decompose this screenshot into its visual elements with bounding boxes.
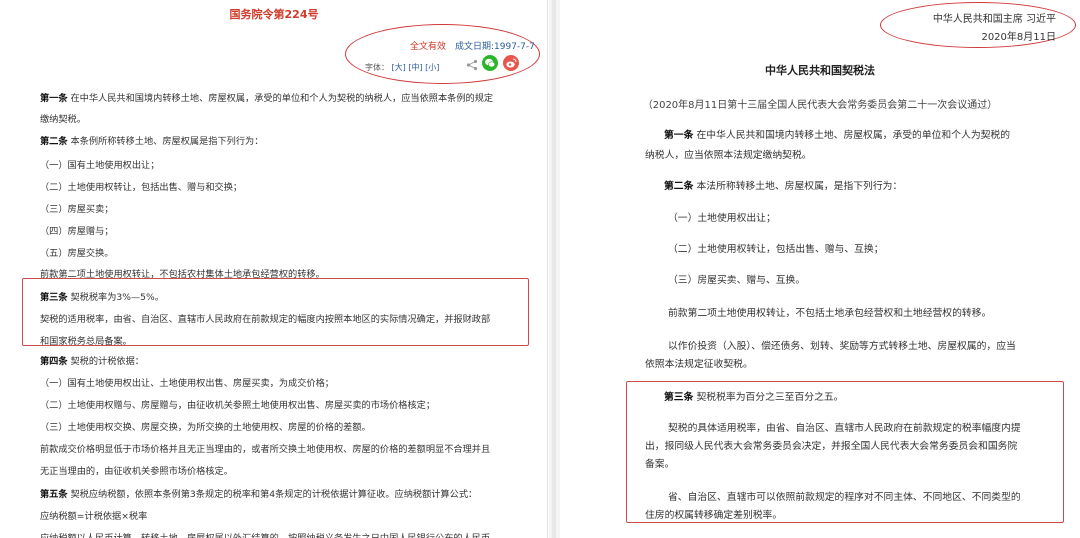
signer-title: 中华人民共和国主席 习近平 bbox=[932, 14, 1056, 25]
font-size-small-button[interactable]: [小] bbox=[425, 63, 439, 72]
line-text: 契税税率为百分之三至百分之五。 bbox=[693, 392, 844, 403]
document-text-line: 前款成交价格明显低于市场价格并且无正当理由的，或者所交换土地使用权、房屋的价格的… bbox=[40, 441, 490, 455]
article-heading-line: 第四条 契税的计税依据： bbox=[40, 353, 144, 367]
line-text: 契税应纳税额，依照本条例第3条规定的税率和第4条规定的计税依据计算征收。应纳税额… bbox=[67, 489, 478, 500]
line-text: 备案。 bbox=[645, 459, 675, 470]
document-text-line: （五）房屋交换。 bbox=[40, 245, 114, 259]
share-icon[interactable] bbox=[466, 59, 478, 71]
line-text: （二）土地使用权转让，包括出售、赠与、互换； bbox=[668, 244, 884, 255]
line-text: 缴纳契税。 bbox=[40, 114, 86, 125]
document-text-line: （一）土地使用权出让； bbox=[668, 210, 776, 224]
line-text: （二）土地使用权转让，包括出售、赠与和交换； bbox=[40, 182, 243, 193]
document-text-line: （一）国有土地使用权出让、土地使用权出售、房屋买卖，为成交价格； bbox=[40, 375, 334, 389]
line-text: 契税税率为3%—5%。 bbox=[67, 292, 164, 303]
article-number: 第五条 bbox=[40, 489, 68, 500]
document-text-line: 前款第二项土地使用权转让，不包括农村集体土地承包经营权的转移。 bbox=[40, 266, 325, 280]
article-heading-line: 第三条 契税税率为百分之三至百分之五。 bbox=[664, 389, 843, 403]
document-text-line: （三）房屋买卖； bbox=[40, 201, 114, 215]
issue-date: 成文日期:1997-7-7 bbox=[455, 42, 535, 52]
line-text: 应纳税额以人民币计算。转移土地、房屋权属以外汇结算的，按照纳税义务发生之日中国人… bbox=[40, 533, 490, 538]
line-text: 前款第二项土地使用权转让，不包括农村集体土地承包经营权的转移。 bbox=[40, 269, 325, 280]
document-text-line: 契税的具体适用税率，由省、自治区、直辖市人民政府在前款规定的税率幅度内提 bbox=[668, 420, 1021, 434]
document-text-line: 省、自治区、直辖市可以依照前款规定的程序对不同主体、不同地区、不同类型的 bbox=[668, 489, 1021, 503]
article-number: 第二条 bbox=[40, 136, 68, 147]
font-size-medium-button[interactable]: [中] bbox=[408, 63, 422, 72]
article-heading-line: 第二条 本条例所称转移土地、房屋权属是指下列行为： bbox=[40, 133, 263, 147]
adoption-note: （2020年8月11日第十三届全国人民代表大会常务委员会第二十一次会议通过） bbox=[642, 100, 998, 111]
line-text: （三）房屋买卖； bbox=[40, 204, 114, 215]
line-text: （四）房屋赠与； bbox=[40, 226, 114, 237]
line-text: 前款成交价格明显低于市场价格并且无正当理由的，或者所交换土地使用权、房屋的价格的… bbox=[40, 444, 491, 455]
article-heading-line: 第五条 契税应纳税额，依照本条例第3条规定的税率和第4条规定的计税依据计算征收。… bbox=[40, 486, 477, 500]
document-text-line: （一）国有土地使用权出让； bbox=[40, 157, 159, 171]
line-text: 出，报同级人民代表大会常务委员会决定，并报全国人民代表大会常务委员会和国务院 bbox=[645, 441, 1018, 452]
font-size-large-button[interactable]: [大] bbox=[392, 63, 406, 72]
wechat-share-icon[interactable] bbox=[482, 55, 498, 71]
document-text-line: 缴纳契税。 bbox=[40, 111, 86, 125]
document-text-line: （二）土地使用权转让，包括出售、赠与、互换； bbox=[668, 241, 884, 255]
article-heading-line: 第三条 契税税率为3%—5%。 bbox=[40, 289, 164, 303]
line-text: （三）土地使用权交换、房屋交换，为所交换的土地使用权、房屋的价格的差额。 bbox=[40, 422, 371, 433]
document-text-line: （三）土地使用权交换、房屋交换，为所交换的土地使用权、房屋的价格的差额。 bbox=[40, 419, 371, 433]
line-text: （三）房屋买卖、赠与、互换。 bbox=[668, 275, 806, 286]
line-text: 契税的适用税率，由省、自治区、直辖市人民政府在前款规定的幅度内按照本地区的实际情… bbox=[40, 314, 491, 325]
article-number: 第二条 bbox=[664, 181, 694, 192]
document-text-line: 应纳税额=计税依据×税率 bbox=[40, 508, 147, 522]
line-text: 契税的具体适用税率，由省、自治区、直辖市人民政府在前款规定的税率幅度内提 bbox=[668, 423, 1021, 434]
line-text: （一）国有土地使用权出让、土地使用权出售、房屋买卖，为成交价格； bbox=[40, 378, 334, 389]
document-text-line: 住房的权属转移确定差别税率。 bbox=[645, 507, 782, 521]
article-heading-line: 第二条 本法所称转移土地、房屋权属，是指下列行为： bbox=[664, 178, 902, 192]
line-text: （二）土地使用权赠与、房屋赠与，由征收机关参照土地使用权出售、房屋买卖的市场价格… bbox=[40, 400, 436, 411]
line-text: 前款第二项土地使用权转让，不包括土地承包经营权和土地经营权的转移。 bbox=[668, 308, 992, 319]
line-text: 住房的权属转移确定差别税率。 bbox=[645, 510, 783, 521]
document-text-line: 备案。 bbox=[645, 456, 674, 470]
signer-date: 2020年8月11日 bbox=[981, 32, 1056, 43]
document-text-line: （二）土地使用权赠与、房屋赠与，由征收机关参照土地使用权出售、房屋买卖的市场价格… bbox=[40, 397, 435, 411]
line-text: （五）房屋交换。 bbox=[40, 248, 114, 259]
document-text-line: （三）房屋买卖、赠与、互换。 bbox=[668, 272, 805, 286]
weibo-share-icon[interactable] bbox=[503, 55, 519, 71]
line-text: 应纳税额=计税依据×税率 bbox=[40, 511, 148, 522]
document-text-line: 和国家税务总局备案。 bbox=[40, 333, 132, 347]
scrollbar[interactable] bbox=[552, 0, 556, 538]
article-number: 第一条 bbox=[664, 130, 694, 141]
document-text-line: 契税的适用税率，由省、自治区、直辖市人民政府在前款规定的幅度内按照本地区的实际情… bbox=[40, 311, 490, 325]
article-number: 第三条 bbox=[664, 392, 694, 403]
article-number: 第三条 bbox=[40, 292, 68, 303]
line-text: 本法所称转移土地、房屋权属，是指下列行为： bbox=[693, 181, 903, 192]
left-annotation-ellipse bbox=[345, 24, 540, 84]
article-number: 第一条 bbox=[40, 93, 68, 104]
document-text-line: （四）房屋赠与； bbox=[40, 223, 114, 237]
article-heading-line: 第一条 在中华人民共和国境内转移土地、房屋权属，承受的单位和个人为契税的纳税人，… bbox=[40, 90, 493, 104]
document-text-line: （二）土地使用权转让，包括出售、赠与和交换； bbox=[40, 179, 242, 193]
line-text: 依照本法规定征收契税。 bbox=[645, 359, 753, 370]
line-text: 在中华人民共和国境内转移土地、房屋权属，承受的单位和个人为契税的 bbox=[693, 130, 1011, 141]
decree-title: 国务院令第224号 bbox=[229, 8, 319, 21]
document-text-line: 出，报同级人民代表大会常务委员会决定，并报全国人民代表大会常务委员会和国务院 bbox=[645, 438, 1017, 452]
font-size-toolbar: 字体： [大] [中] [小] bbox=[365, 62, 439, 73]
line-text: （一）国有土地使用权出让； bbox=[40, 160, 160, 171]
line-text: 省、自治区、直辖市可以依照前款规定的程序对不同主体、不同地区、不同类型的 bbox=[668, 492, 1021, 503]
document-text-line: 依照本法规定征收契税。 bbox=[645, 356, 753, 370]
font-size-label: 字体： bbox=[365, 63, 389, 72]
document-text-line: 应纳税额以人民币计算。转移土地、房屋权属以外汇结算的，按照纳税义务发生之日中国人… bbox=[40, 530, 490, 538]
document-text-line: 纳税人，应当依照本法规定缴纳契税。 bbox=[645, 147, 812, 161]
document-text-line: 以作价投资（入股）、偿还债务、划转、奖励等方式转移土地、房屋权属的，应当 bbox=[668, 338, 1016, 352]
line-text: 纳税人，应当依照本法规定缴纳契税。 bbox=[645, 150, 812, 161]
line-text: 以作价投资（入股）、偿还债务、划转、奖励等方式转移土地、房屋权属的，应当 bbox=[668, 341, 1016, 352]
article-heading-line: 第一条 在中华人民共和国境内转移土地、房屋权属，承受的单位和个人为契税的 bbox=[664, 127, 1010, 141]
line-text: （一）土地使用权出让； bbox=[668, 213, 776, 224]
line-text: 契税的计税依据： bbox=[67, 356, 144, 367]
line-text: 本条例所称转移土地、房屋权属是指下列行为： bbox=[67, 136, 264, 147]
line-text: 和国家税务总局备案。 bbox=[40, 336, 132, 347]
document-text-line: 无正当理由的，由征收机关参照市场价格核定。 bbox=[40, 463, 233, 477]
article-number: 第四条 bbox=[40, 356, 68, 367]
law-title: 中华人民共和国契税法 bbox=[765, 64, 875, 77]
document-text-line: 前款第二项土地使用权转让，不包括土地承包经营权和土地经营权的转移。 bbox=[668, 305, 991, 319]
line-text: 在中华人民共和国境内转移土地、房屋权属，承受的单位和个人为契税的纳税人，应当依照… bbox=[67, 93, 494, 104]
line-text: 无正当理由的，由征收机关参照市场价格核定。 bbox=[40, 466, 233, 477]
validity-status: 全文有效 bbox=[410, 42, 447, 52]
